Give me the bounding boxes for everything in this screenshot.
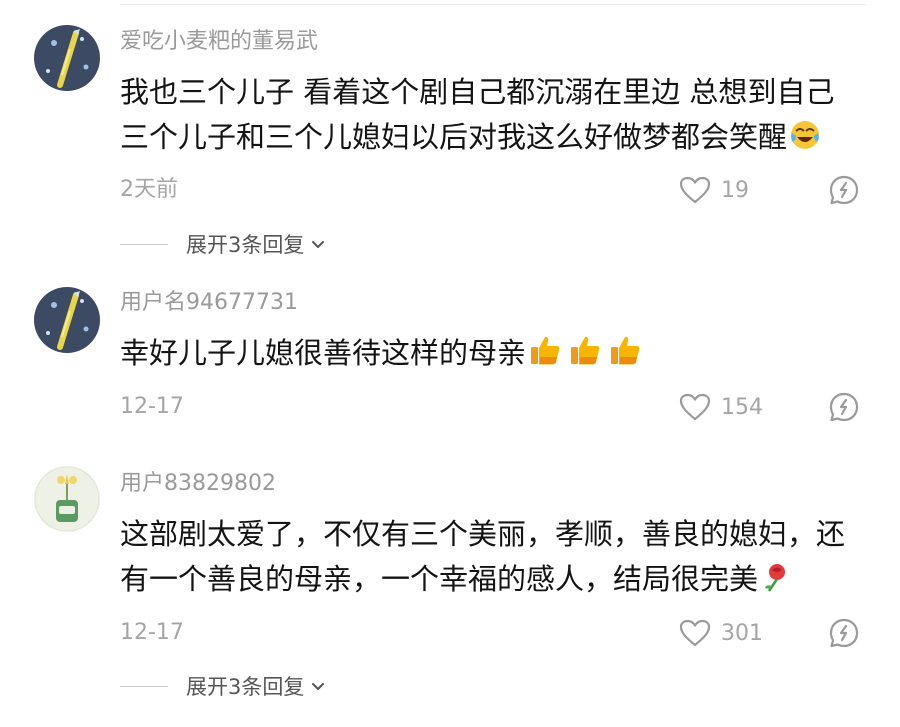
comment-text-line: 有一个善良的母亲，一个幸福的感人，结局很完美: [120, 557, 850, 606]
comment-text-line: 我也三个儿子 看着这个剧自己都沉溺在里边 总想到自己: [120, 75, 835, 109]
comment-text-line: 这部剧太爱了，不仅有三个美丽，孝顺，善良的媳妇，还: [120, 517, 846, 551]
reply-bubble-icon[interactable]: [828, 391, 860, 423]
comment-meta: 12-17 154: [120, 390, 860, 424]
expand-replies-label: 展开3条回复: [186, 233, 305, 257]
top-divider: [120, 4, 866, 5]
comment-date: 2天前: [120, 177, 178, 202]
expand-divider: [120, 685, 168, 687]
reply-bubble-icon[interactable]: [828, 174, 860, 206]
comment-meta: 12-17 301: [120, 616, 860, 650]
comment-date: 12-17: [120, 394, 184, 419]
thumbs-up-emoji: [528, 333, 562, 380]
username[interactable]: 用户83829802: [120, 469, 276, 499]
expand-replies-label: 展开3条回复: [186, 675, 305, 699]
reply-bubble-icon[interactable]: [828, 617, 860, 649]
like-count: 19: [721, 177, 749, 203]
username[interactable]: 用户名94677731: [120, 288, 298, 318]
comment-text-segment: 三个儿子和三个儿媳妇以后对我这么好做梦都会笑醒: [120, 120, 788, 154]
thumbs-up-emoji: [568, 333, 602, 380]
chevron-down-icon: [312, 241, 325, 248]
chevron-down-icon: [312, 683, 325, 690]
avatar[interactable]: [34, 466, 100, 532]
comment-text-line: 三个儿子和三个儿媳妇以后对我这么好做梦都会笑醒: [120, 115, 850, 164]
expand-replies-button[interactable]: 展开3条回复: [120, 671, 326, 701]
comment-text: 幸好儿子儿媳很善待这样的母亲: [120, 331, 850, 380]
avatar[interactable]: [34, 287, 100, 353]
avatar[interactable]: [34, 25, 100, 91]
rose-emoji: [760, 561, 792, 606]
comment-text-segment: 幸好儿子儿媳很善待这样的母亲: [120, 336, 527, 370]
expand-replies-button[interactable]: 展开3条回复: [120, 229, 326, 259]
like-button[interactable]: 154: [679, 390, 765, 424]
expand-divider: [120, 243, 168, 245]
like-button[interactable]: 301: [679, 616, 765, 650]
like-button[interactable]: 19: [679, 173, 765, 207]
username[interactable]: 爱吃小麦粑的董易武: [120, 27, 318, 57]
heart-outline-icon: [679, 393, 711, 421]
comment-text-segment: 有一个善良的母亲，一个幸福的感人，结局很完美: [120, 562, 759, 596]
comment-text-line: 幸好儿子儿媳很善待这样的母亲: [120, 331, 850, 380]
like-count: 154: [721, 394, 763, 420]
thumbs-up-emoji: [608, 333, 642, 380]
comment-date: 12-17: [120, 620, 184, 645]
comment-meta: 2天前 19: [120, 173, 860, 207]
heart-outline-icon: [679, 619, 711, 647]
crying-laughing-emoji: [789, 119, 821, 164]
heart-outline-icon: [679, 176, 711, 204]
comment-text: 这部剧太爱了，不仅有三个美丽，孝顺，善良的媳妇，还 有一个善良的母亲，一个幸福的…: [120, 512, 850, 606]
comment-text: 我也三个儿子 看着这个剧自己都沉溺在里边 总想到自己 三个儿子和三个儿媳妇以后对…: [120, 70, 850, 164]
like-count: 301: [721, 620, 763, 646]
